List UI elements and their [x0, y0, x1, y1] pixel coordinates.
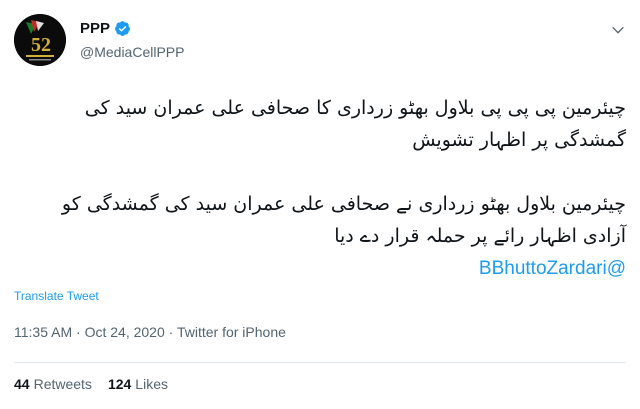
- tweet-line: گمشدگی پر اظہار تشویش: [412, 129, 626, 151]
- meta-separator: ·: [76, 324, 85, 340]
- author-name-row[interactable]: PPP: [80, 20, 131, 37]
- avatar-text: 52: [31, 34, 51, 56]
- avatar[interactable]: 52: [14, 14, 66, 66]
- retweets-count: 44: [14, 376, 30, 392]
- author-display-name[interactable]: PPP: [80, 20, 110, 37]
- tweet-date[interactable]: Oct 24, 2020: [85, 324, 165, 340]
- likes-count: 124: [107, 376, 132, 392]
- retweets-label: Retweets: [33, 376, 92, 392]
- avatar-logo-icon: 52: [14, 14, 66, 66]
- chevron-down-icon[interactable]: [610, 22, 626, 38]
- tweet-card: 52 PPP @MediaCellPPP چیئرمین پی پی پی بل…: [0, 0, 640, 409]
- retweets-stat[interactable]: 44 Retweets: [14, 376, 92, 392]
- tweet-metadata: 11:35 AM · Oct 24, 2020 · Twitter for iP…: [14, 324, 286, 340]
- verified-badge-icon: [114, 20, 131, 37]
- meta-separator: ·: [168, 324, 177, 340]
- author-handle[interactable]: @MediaCellPPP: [80, 44, 184, 60]
- tweet-line: آزادی اظہار رائے پر حملہ قرار دے دیا: [334, 225, 626, 247]
- mention-link[interactable]: @BBhuttoZardari: [479, 258, 626, 279]
- tweet-source[interactable]: Twitter for iPhone: [177, 324, 286, 340]
- translate-tweet-link[interactable]: Translate Tweet: [14, 289, 99, 303]
- tweet-time[interactable]: 11:35 AM: [14, 324, 72, 340]
- likes-stat[interactable]: 124 Likes: [108, 376, 168, 392]
- likes-label: Likes: [135, 376, 168, 392]
- divider: [14, 362, 626, 363]
- tweet-text: چیئرمین پی پی پی بلاول بھٹو زرداری کا صح…: [14, 92, 626, 285]
- tweet-line: چیئرمین پی پی پی بلاول بھٹو زرداری کا صح…: [84, 97, 626, 119]
- tweet-stats: 44 Retweets 124 Likes: [14, 376, 168, 392]
- tweet-line: چیئرمین بلاول بھٹو زرداری نے صحافی علی ع…: [61, 193, 626, 215]
